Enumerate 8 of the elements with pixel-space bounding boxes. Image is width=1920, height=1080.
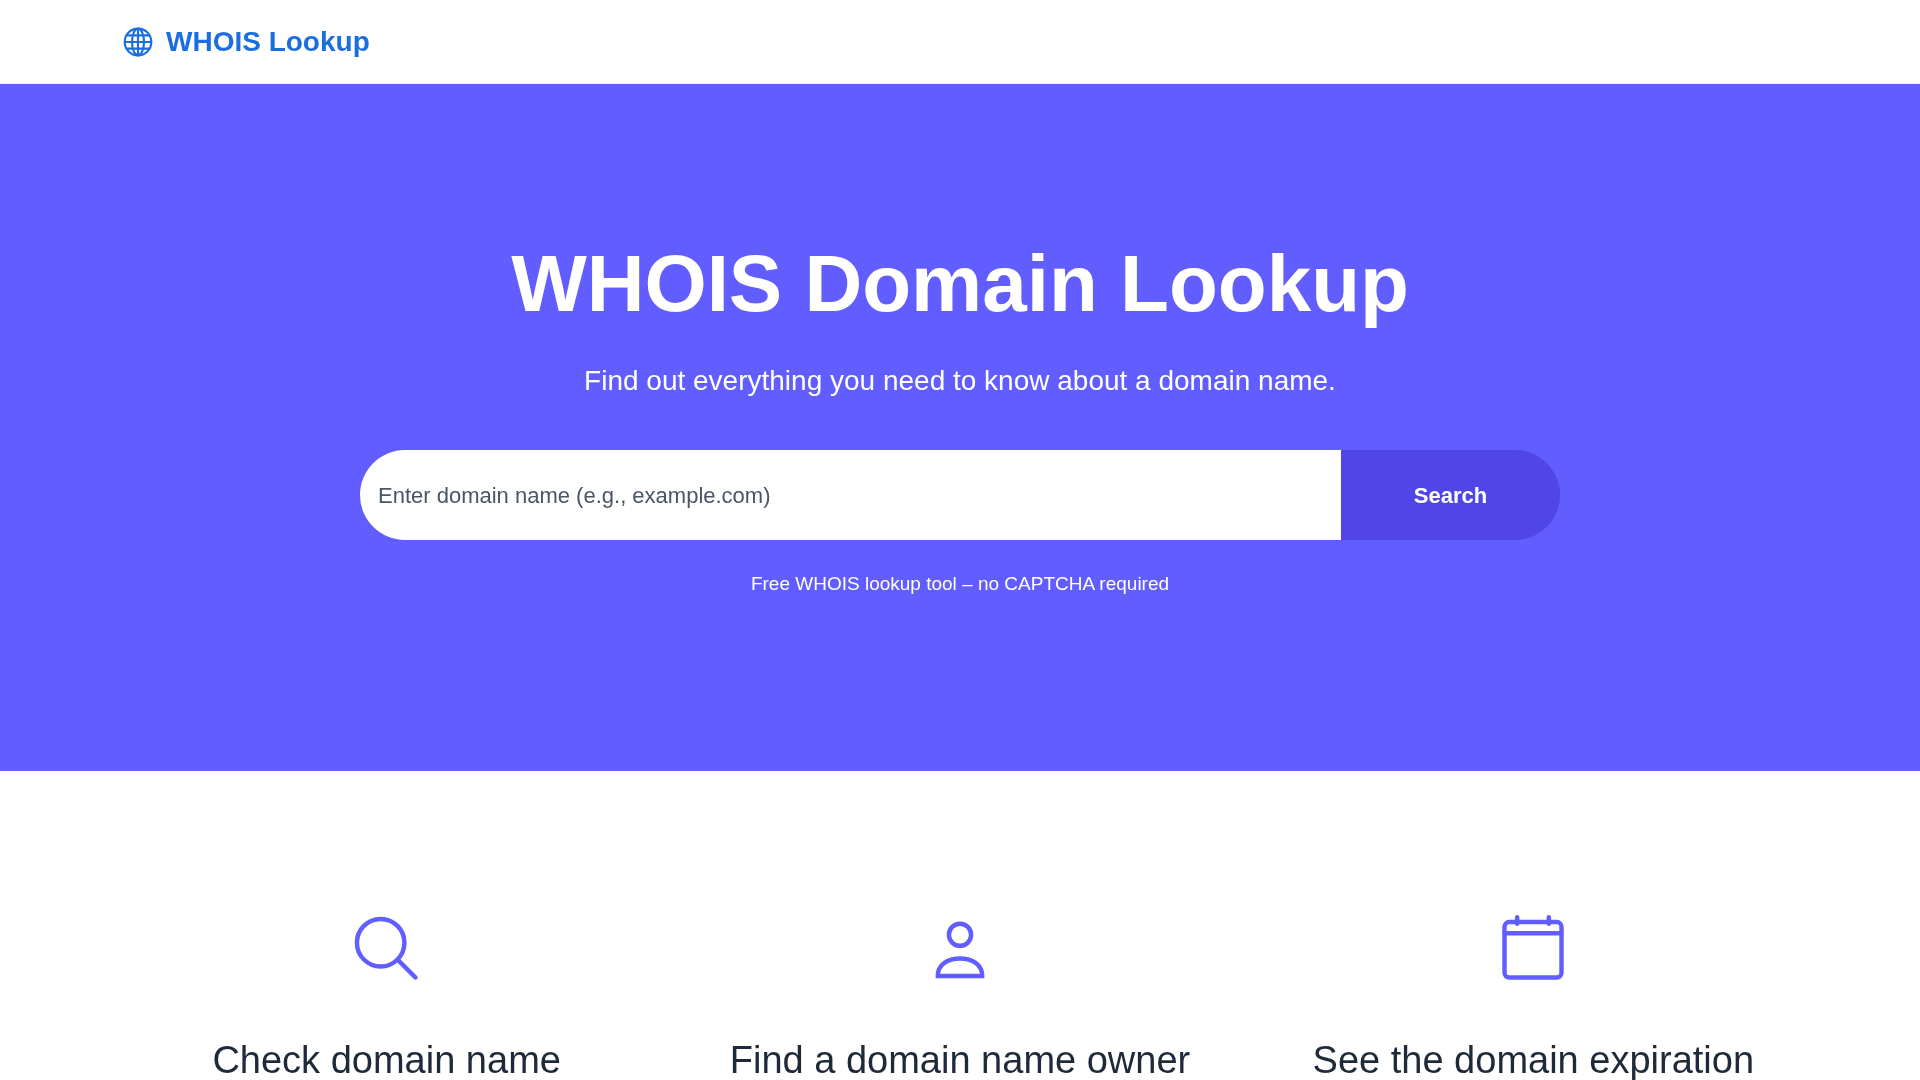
globe-icon [122,25,154,58]
hero-note: Free WHOIS lookup tool – no CAPTCHA required [750,572,1170,596]
feature-title: Check domain name [212,1038,561,1080]
domain-search-field[interactable]: Enter domain name (e.g., example.com) [360,450,1341,540]
hero-subtitle: Find out everything you need to know about a domain name. [584,364,1336,398]
feature-title: Find a domain name owner [729,1038,1191,1080]
site-logo[interactable]: WHOIS Lookup [166,20,370,63]
search-button[interactable]: Search [1341,450,1560,540]
